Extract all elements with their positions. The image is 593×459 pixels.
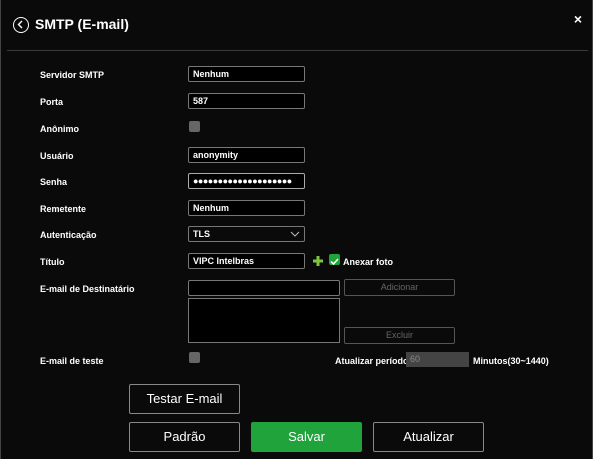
update-period-label: Atualizar período — [335, 356, 409, 366]
close-icon[interactable]: × — [574, 12, 582, 26]
password-label: Senha — [40, 177, 68, 187]
recipient-input[interactable] — [188, 280, 340, 296]
dialog-header: SMTP (E-mail) × — [7, 4, 588, 51]
recipient-list[interactable] — [188, 298, 340, 343]
test-email-button[interactable]: Testar E-mail — [129, 384, 240, 414]
recipient-label: E-mail de Destinatário — [40, 284, 135, 294]
anonymous-checkbox[interactable] — [189, 121, 200, 132]
user-input[interactable]: anonymity — [188, 147, 305, 163]
update-period-unit: Minutos(30~1440) — [473, 356, 549, 366]
sender-input[interactable]: Nenhum — [188, 200, 305, 216]
add-recipient-button[interactable]: Adicionar — [344, 279, 455, 296]
smtp-server-label: Servidor SMTP — [40, 70, 105, 80]
chevron-down-icon — [290, 231, 300, 237]
port-input[interactable]: 587 — [188, 93, 305, 109]
save-button[interactable]: Salvar — [251, 422, 362, 452]
auth-label: Autenticação — [40, 230, 97, 240]
back-arrow-icon[interactable] — [13, 17, 29, 33]
plus-icon[interactable] — [313, 256, 323, 266]
default-button[interactable]: Padrão — [129, 422, 240, 452]
password-input[interactable]: ●●●●●●●●●●●●●●●●●●●● — [188, 173, 305, 189]
update-period-input[interactable]: 60 — [406, 352, 469, 367]
page-title: SMTP (E-mail) — [35, 16, 129, 32]
subject-label: Título — [40, 257, 65, 267]
attach-photo-checkbox[interactable] — [329, 254, 340, 266]
auth-select-value: TLS — [193, 229, 210, 239]
port-label: Porta — [40, 97, 64, 107]
test-email-label: E-mail de teste — [40, 356, 104, 366]
check-icon — [330, 258, 339, 266]
smtp-dialog: SMTP (E-mail) × Servidor SMTP Nenhum Por… — [0, 0, 593, 459]
smtp-server-input[interactable]: Nenhum — [188, 66, 305, 82]
delete-recipient-button[interactable]: Excluir — [344, 327, 455, 344]
subject-input[interactable]: VIPC Intelbras — [188, 253, 305, 269]
auth-select[interactable]: TLS — [188, 226, 305, 242]
anonymous-label: Anônimo — [40, 124, 79, 134]
test-email-checkbox[interactable] — [189, 352, 200, 363]
refresh-button[interactable]: Atualizar — [373, 422, 484, 452]
sender-label: Remetente — [40, 204, 87, 214]
attach-photo-label: Anexar foto — [343, 257, 394, 267]
user-label: Usuário — [40, 151, 74, 161]
